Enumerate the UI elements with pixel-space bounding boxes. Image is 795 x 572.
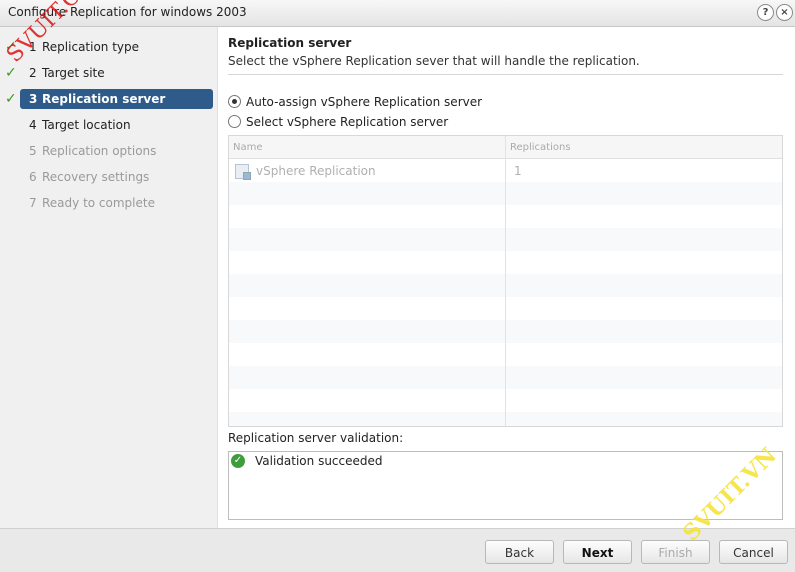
wizard-steps: ✓ 1 Replication type ✓ 2 Target site ✓ 3 Re…: [0, 27, 218, 528]
step-replication-type[interactable]: 1 Replication type: [20, 37, 213, 57]
step-recovery-settings: 6 Recovery settings: [29, 170, 150, 184]
title-bar: Configure Replication for windows 2003 ?…: [0, 0, 795, 27]
close-icon[interactable]: ×: [776, 4, 793, 21]
validation-label: Replication server validation:: [228, 431, 404, 445]
step-target-site[interactable]: 2 Target site: [20, 63, 213, 83]
success-icon: ✓: [231, 454, 245, 468]
radio-select-server[interactable]: Select vSphere Replication server: [228, 114, 528, 130]
step-target-location[interactable]: 4 Target location: [20, 115, 213, 135]
radio-auto-assign[interactable]: Auto-assign vSphere Replication server: [228, 94, 528, 110]
window-title: Configure Replication for windows 2003: [8, 5, 247, 19]
column-header-replications[interactable]: Replications: [510, 142, 571, 153]
step-replication-server[interactable]: 3 Replication server: [20, 89, 213, 109]
checkmark-icon: ✓: [5, 39, 17, 55]
server-table: Name Replications vSphere Replication 1: [228, 135, 783, 427]
checkmark-icon: ✓: [5, 91, 17, 107]
cancel-button[interactable]: Cancel: [719, 540, 788, 564]
step-ready-to-complete: 7 Ready to complete: [29, 196, 155, 210]
button-bar: Back Next Finish Cancel: [0, 528, 795, 572]
help-icon[interactable]: ?: [757, 4, 774, 21]
main-panel: Replication server Select the vSphere Re…: [218, 27, 795, 528]
server-icon: [235, 164, 251, 180]
checkmark-icon: ✓: [5, 65, 17, 81]
step-replication-options: 5 Replication options: [29, 144, 157, 158]
finish-button: Finish: [641, 540, 710, 564]
validation-message: Validation succeeded: [255, 454, 383, 468]
page-title: Replication server: [228, 36, 352, 50]
divider: [228, 74, 783, 75]
column-header-name[interactable]: Name: [233, 142, 263, 153]
table-row: vSphere Replication 1: [229, 159, 782, 182]
radio-button[interactable]: [228, 115, 241, 128]
radio-button-selected[interactable]: [228, 95, 241, 108]
next-button[interactable]: Next: [563, 540, 632, 564]
back-button[interactable]: Back: [485, 540, 554, 564]
page-description: Select the vSphere Replication sever tha…: [228, 54, 640, 68]
validation-box: ✓ Validation succeeded: [228, 451, 783, 520]
